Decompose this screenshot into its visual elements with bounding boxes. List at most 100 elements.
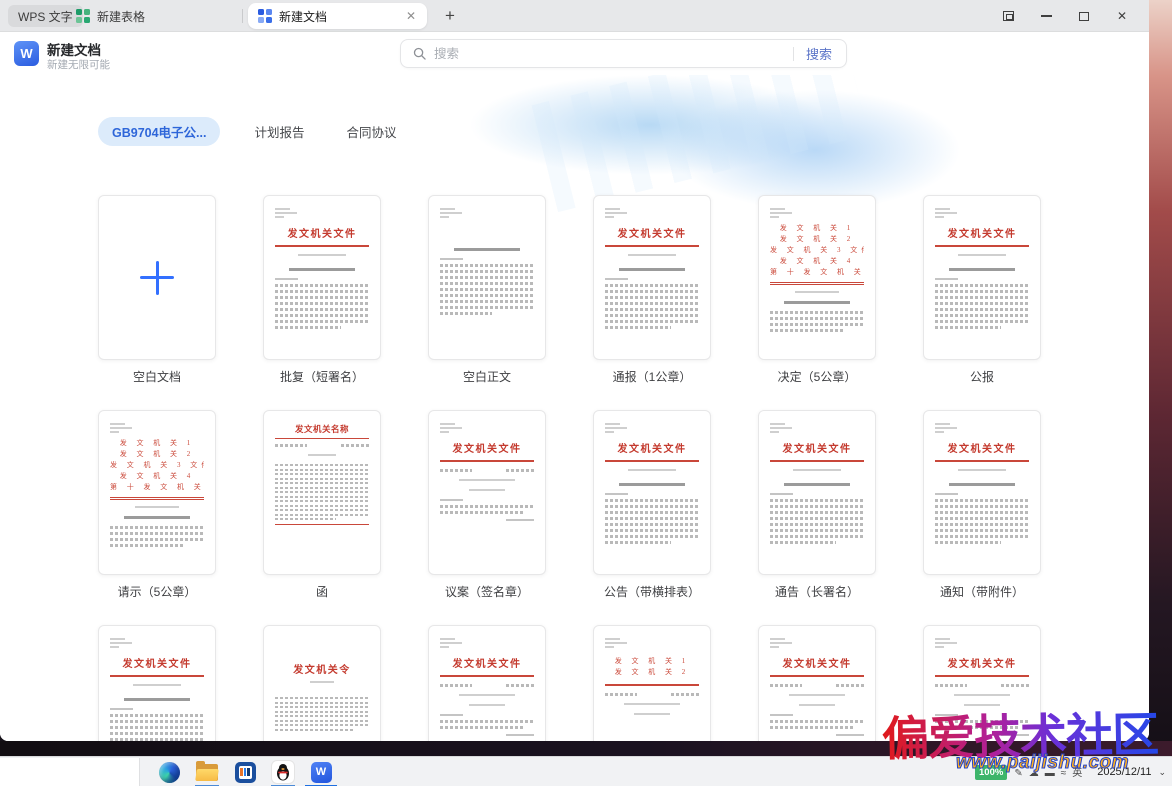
taskbar-app-wps[interactable]: W — [302, 757, 340, 786]
taskbar: W 100% ✎ ☁ ▬ ≈ 英 2025/12/11 ⌄ — [0, 756, 1172, 786]
ime-icon[interactable]: 英 — [1072, 768, 1082, 779]
template-card-空白正文[interactable] — [428, 195, 546, 360]
doc-header-lines — [275, 208, 369, 218]
edge-icon — [159, 762, 180, 783]
doc-red-org-row: 发 文 机 关 3 文件 — [770, 245, 864, 256]
category-tab-2[interactable]: 计划报告 — [246, 117, 312, 146]
wps-icon: W — [311, 762, 332, 783]
doc-header-lines — [440, 208, 534, 218]
cloud-icon[interactable]: ☁ — [1029, 768, 1039, 779]
category-tab-1[interactable]: GB9704电子公... — [98, 117, 220, 146]
new-tab-button[interactable]: + — [440, 6, 460, 26]
doc-red-org-row: 发 文 机 关 1 — [770, 223, 864, 234]
doc-red-title: 发文机关文件 — [935, 440, 1029, 455]
network-icon[interactable]: ≈ — [1061, 768, 1067, 779]
search-button[interactable]: 搜索 — [806, 44, 832, 63]
device-icon[interactable]: ▬ — [1045, 768, 1055, 779]
template-card-函[interactable]: 发文机关名称 — [263, 410, 381, 575]
template-card-row3-4[interactable]: 发 文 机 关 1发 文 机 关 2 — [593, 625, 711, 741]
template-card-row3-2[interactable]: 发文机关令 — [263, 625, 381, 741]
doc-header-lines — [605, 423, 699, 433]
app-store-icon — [235, 762, 256, 783]
template-label: 请示（5公章） — [98, 583, 216, 600]
doc-red-title: 发文机关文件 — [275, 225, 369, 240]
doc-header-lines — [110, 423, 204, 433]
template-label: 公告（带横排表） — [593, 583, 711, 600]
integration-mode-icon[interactable] — [995, 4, 1021, 28]
template-card-请示（5公章）[interactable]: 发 文 机 关 1发 文 机 关 2发 文 机 关 3 文件发 文 机 关 4第… — [98, 410, 216, 575]
taskbar-app-qq[interactable] — [264, 757, 302, 786]
doc-header-lines — [440, 423, 534, 433]
search-input[interactable] — [434, 47, 793, 61]
template-card-公告（带横排表）[interactable]: 发文机关文件 — [593, 410, 711, 575]
template-label: 决定（5公章） — [758, 368, 876, 385]
doc-red-title: 发文机关文件 — [440, 655, 534, 670]
template-card-row3-5[interactable]: 发文机关文件 — [758, 625, 876, 741]
tab-new-document[interactable]: 新建文档 ✕ — [248, 3, 427, 29]
template-label: 批复（短署名） — [263, 368, 381, 385]
category-tabs: GB9704电子公... 计划报告合同协议 — [98, 117, 405, 146]
tab-bar: WPS 文字 新建表格 新建文档 ✕ + ✕ — [0, 0, 1149, 32]
template-label: 空白正文 — [428, 368, 546, 385]
doc-red-org-row: 发 文 机 关 4 — [770, 256, 864, 267]
tray-icons: ✎ ☁ ▬ ≈ 英 — [1014, 763, 1088, 781]
taskbar-apps: W — [150, 757, 340, 786]
template-card-通知（带附件）[interactable]: 发文机关文件 — [923, 410, 1041, 575]
window-controls: ✕ — [995, 0, 1135, 32]
doc-red-org-row: 发 文 机 关 2 — [770, 234, 864, 245]
template-card-决定（5公章）[interactable]: 发 文 机 关 1发 文 机 关 2发 文 机 关 3 文件发 文 机 关 4第… — [758, 195, 876, 360]
doc-header-lines — [935, 638, 1029, 648]
doc-red-title: 发文机关文件 — [935, 225, 1029, 240]
template-card-空白文档[interactable] — [98, 195, 216, 360]
page-title: 新建文档 — [47, 39, 101, 59]
close-icon[interactable]: ✕ — [1109, 4, 1135, 28]
taskbar-app-file-explorer[interactable] — [188, 757, 226, 786]
doc-red-org-row: 发 文 机 关 3 文件 — [110, 460, 204, 471]
doc-header-lines — [770, 638, 864, 648]
template-label: 空白文档 — [98, 368, 216, 385]
template-card-row3-3[interactable]: 发文机关文件 — [428, 625, 546, 741]
doc-header-lines — [935, 208, 1029, 218]
category-tab-3[interactable]: 合同协议 — [339, 117, 405, 146]
pen-icon[interactable]: ✎ — [1014, 768, 1022, 779]
battery-indicator[interactable]: 100% — [975, 765, 1007, 780]
template-card-row3-1[interactable]: 发文机关文件 — [98, 625, 216, 741]
template-label: 议案（签名章） — [428, 583, 546, 600]
tab-close-icon[interactable]: ✕ — [403, 8, 419, 24]
desktop-screen: WPS 文字 新建表格 新建文档 ✕ + ✕ W 新建文档 新建无限可能 — [0, 0, 1172, 786]
maximize-icon[interactable] — [1071, 4, 1097, 28]
template-label: 通告（长署名） — [758, 583, 876, 600]
search-bar: 搜索 — [400, 39, 847, 68]
wallpaper-right-strip — [1149, 0, 1172, 756]
wps-window: WPS 文字 新建表格 新建文档 ✕ + ✕ W 新建文档 新建无限可能 — [0, 0, 1149, 741]
template-card-通报（1公章）[interactable]: 发文机关文件 — [593, 195, 711, 360]
doc-red-name: 发文机关名称 — [275, 423, 369, 435]
page-subtitle: 新建无限可能 — [47, 57, 110, 72]
taskbar-app-app-store[interactable] — [226, 757, 264, 786]
template-label: 函 — [263, 583, 381, 600]
minimize-icon[interactable] — [1033, 4, 1059, 28]
doc-red-org-row: 发 文 机 关 1 — [605, 656, 699, 667]
template-card-row3-6[interactable]: 发文机关文件 — [923, 625, 1041, 741]
template-card-批复（短署名）[interactable]: 发文机关文件 — [263, 195, 381, 360]
doc-red-org-row: 发 文 机 关 1 — [110, 438, 204, 449]
tray-chevron-icon[interactable]: ⌄ — [1158, 767, 1166, 778]
doc-red-title: 发文机关文件 — [605, 440, 699, 455]
plus-icon — [140, 261, 174, 295]
template-card-议案（签名章）[interactable]: 发文机关文件 — [428, 410, 546, 575]
doc-red-org-row: 第 十 发 文 机 关 — [110, 482, 204, 493]
template-card-通告（长署名）[interactable]: 发文机关文件 — [758, 410, 876, 575]
doc-red-title: 发文机关文件 — [770, 655, 864, 670]
tab-label: 新建文档 — [279, 8, 327, 25]
tab-new-spreadsheet[interactable]: 新建表格 — [66, 3, 236, 29]
doc-header-lines — [770, 423, 864, 433]
taskbar-search-box[interactable] — [0, 758, 140, 786]
doc-red-title: 发文机关文件 — [110, 655, 204, 670]
template-label: 通知（带附件） — [923, 583, 1041, 600]
taskbar-date[interactable]: 2025/12/11 — [1097, 766, 1151, 778]
document-grid-icon — [258, 9, 272, 23]
taskbar-app-edge[interactable] — [150, 757, 188, 786]
template-card-公报[interactable]: 发文机关文件 — [923, 195, 1041, 360]
app-header: W 新建文档 新建无限可能 搜索 — [0, 32, 1149, 75]
doc-red-title: 发文机关文件 — [605, 225, 699, 240]
